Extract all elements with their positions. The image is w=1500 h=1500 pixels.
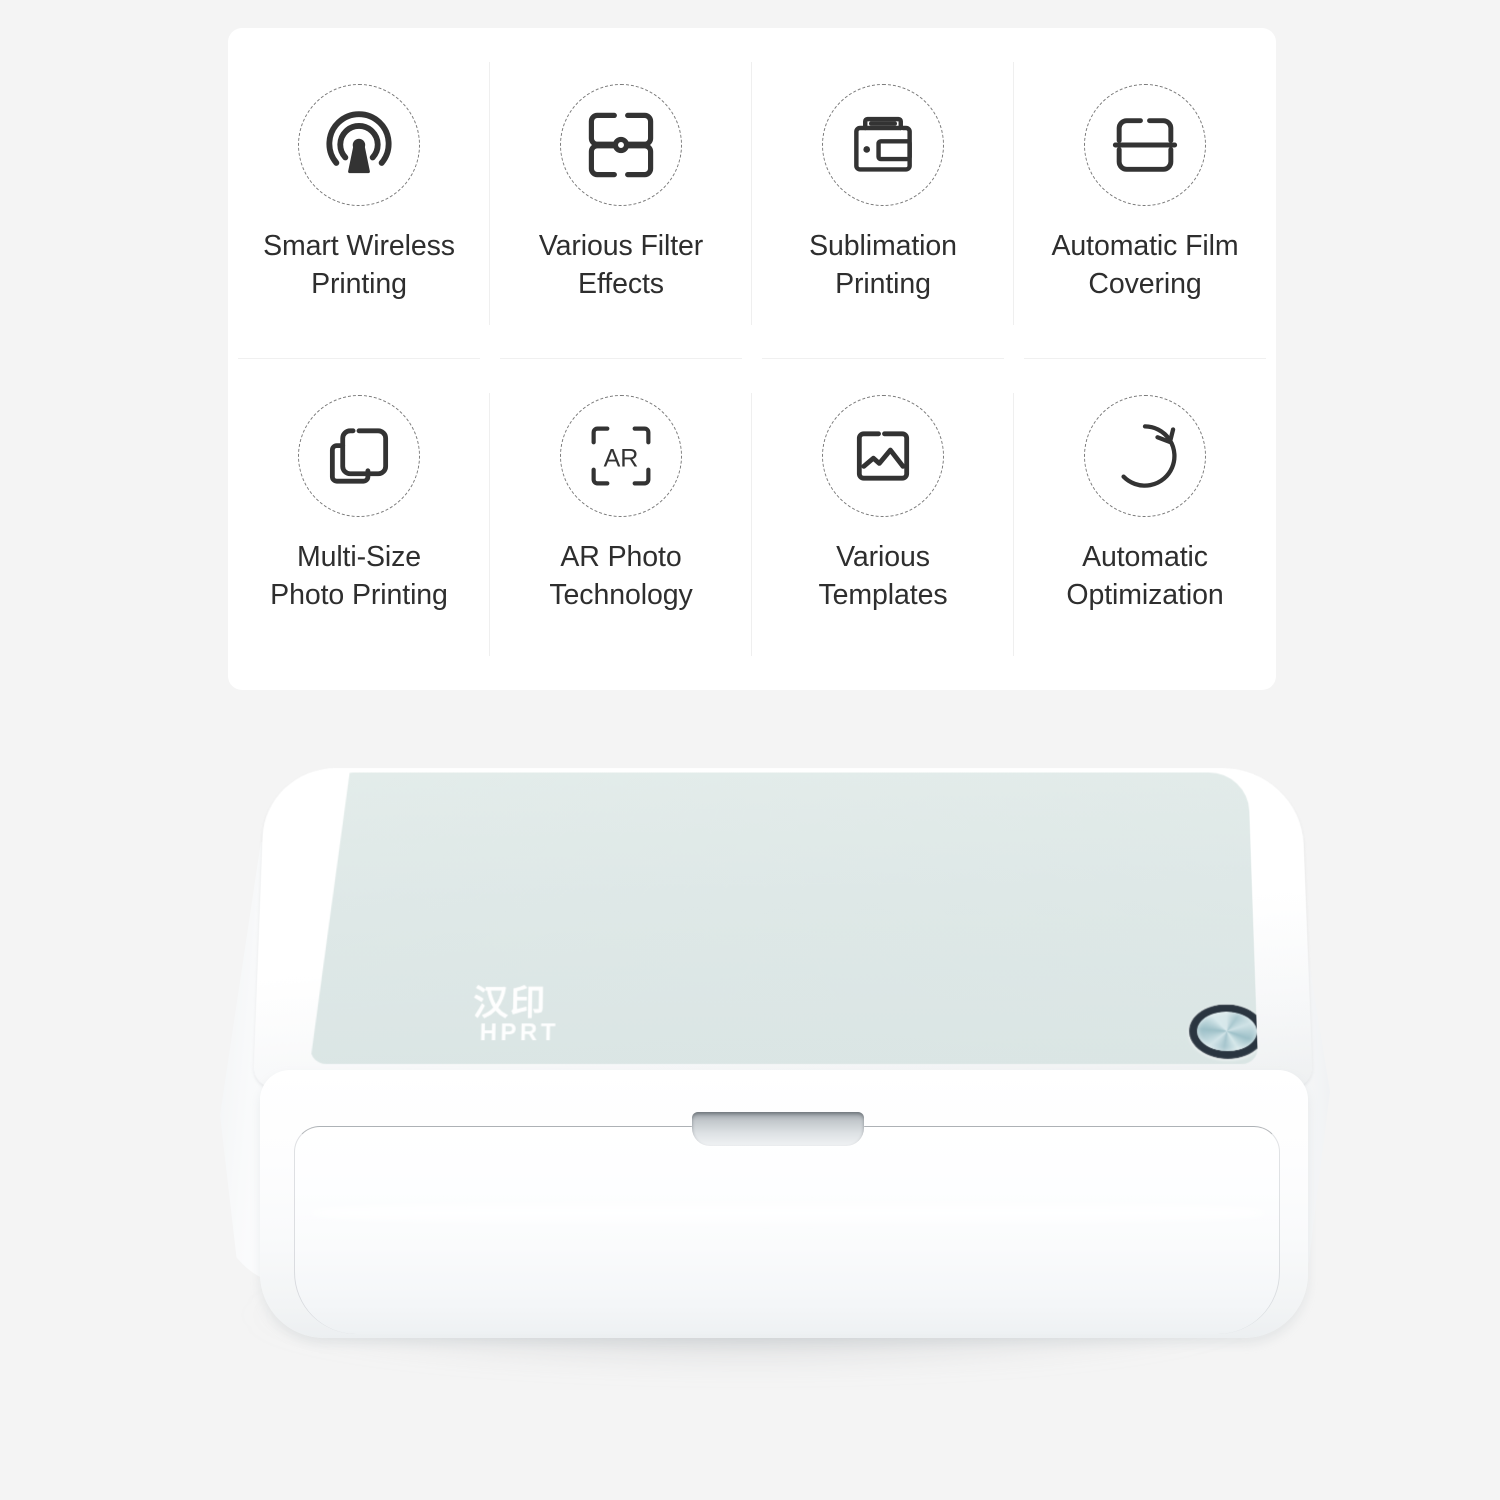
icon-circle	[822, 395, 944, 517]
feature-label: Various Filter Effects	[538, 230, 704, 300]
feature-label: Automatic Film Covering	[1051, 230, 1239, 300]
power-button-face	[1197, 1012, 1258, 1051]
icon-circle	[1084, 395, 1206, 517]
printer-top-plate: 汉印 HPRT	[310, 773, 1258, 1064]
feature-cell-multi-size-photo-printing[interactable]: Multi-Size Photo Printing	[228, 359, 490, 690]
feature-cell-smart-wireless-printing[interactable]: Smart Wireless Printing	[228, 28, 490, 359]
printer-body: 汉印 HPRT	[198, 728, 1330, 1338]
icon-circle	[822, 84, 944, 206]
feature-label: Automatic Optimization	[1066, 541, 1224, 611]
printer-paper-exit-notch[interactable]	[692, 1112, 864, 1146]
icon-circle	[1084, 84, 1206, 206]
feature-label: Smart Wireless Printing	[263, 230, 455, 300]
wireless-broadcast-icon	[320, 106, 398, 184]
product-photo-photo-printer: 汉印 HPRT	[150, 700, 1350, 1460]
feature-label: AR Photo Technology	[549, 541, 693, 611]
brand-logo-en: HPRT	[479, 1019, 560, 1047]
film-laminate-icon	[1107, 107, 1183, 183]
feature-label: Various Templates	[818, 541, 948, 611]
refresh-circle-icon	[1106, 417, 1184, 495]
feature-cell-various-templates[interactable]: Various Templates	[752, 359, 1014, 690]
ar-scan-icon: AR	[583, 418, 659, 494]
feature-cell-sublimation-printing[interactable]: Sublimation Printing	[752, 28, 1014, 359]
power-button[interactable]	[1189, 1004, 1267, 1058]
filter-petals-icon	[584, 108, 658, 182]
feature-cell-automatic-film-covering[interactable]: Automatic Film Covering	[1014, 28, 1276, 359]
feature-cell-various-filter-effects[interactable]: Various Filter Effects	[490, 28, 752, 359]
feature-cell-ar-photo-technology[interactable]: AR AR Photo Technology	[490, 359, 752, 690]
brand-logo: 汉印 HPRT	[472, 987, 603, 1045]
printer-drawer-highlight	[308, 1198, 1268, 1228]
icon-circle	[560, 84, 682, 206]
icon-circle	[298, 84, 420, 206]
printer-front-drawer[interactable]	[294, 1126, 1280, 1334]
stacked-squares-icon	[322, 419, 396, 493]
ar-icon-text: AR	[604, 445, 639, 473]
feature-label: Multi-Size Photo Printing	[270, 541, 448, 611]
image-template-icon	[846, 419, 920, 493]
icon-circle	[298, 395, 420, 517]
brand-logo-cn: 汉印	[472, 984, 548, 1023]
feature-label: Sublimation Printing	[809, 230, 957, 300]
icon-circle: AR	[560, 395, 682, 517]
printer-icon	[846, 108, 920, 182]
feature-card: Smart Wireless Printing Various Filter E…	[228, 28, 1276, 690]
feature-cell-automatic-optimization[interactable]: Automatic Optimization	[1014, 359, 1276, 690]
